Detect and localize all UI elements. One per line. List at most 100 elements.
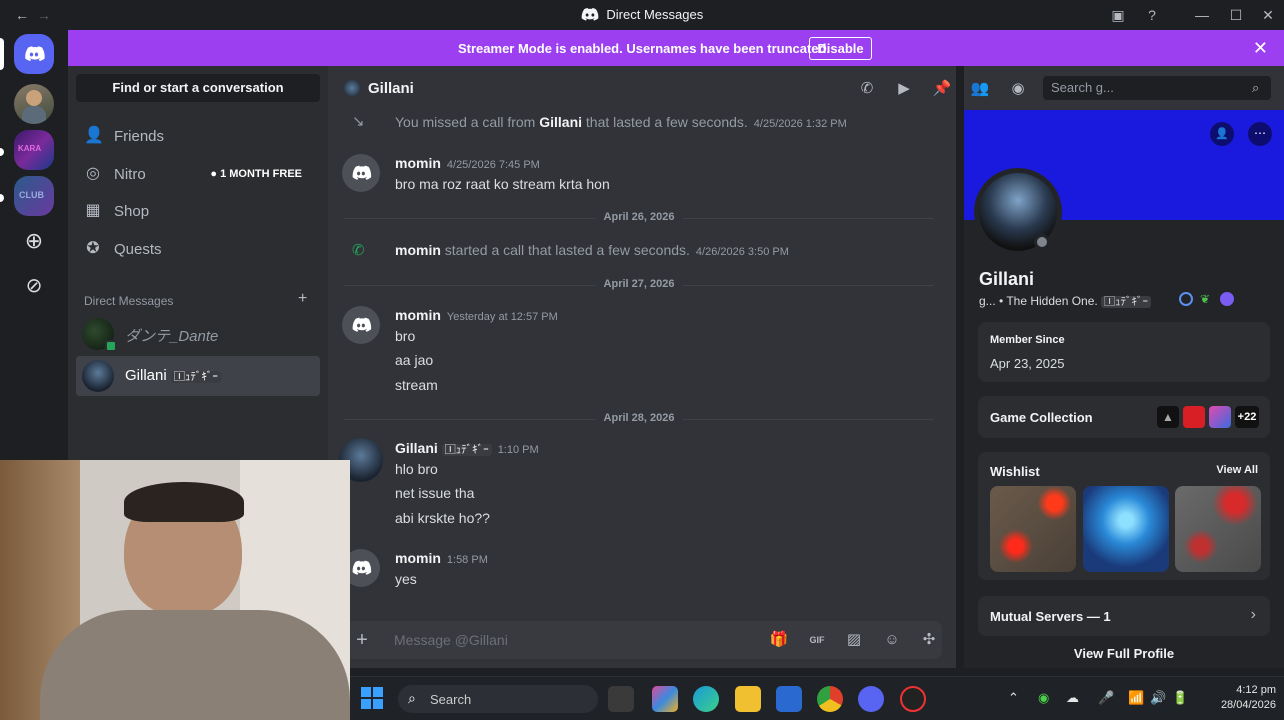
search-input[interactable]: Search g... [1043,76,1271,100]
timestamp: 1:58 PM [446,554,488,566]
server-avatar-1[interactable] [14,84,54,124]
close-window-icon[interactable]: ✕ [1258,5,1278,25]
nav-shop-label: Shop [114,203,150,220]
server-icon-2[interactable]: KARA [14,130,54,170]
clock-date: 28/04/2026 [1220,699,1276,711]
copilot-icon[interactable] [652,686,678,712]
home-button[interactable] [14,34,54,74]
profile-toggle-icon[interactable]: ◉ [1008,79,1028,99]
nav-friends[interactable]: 👤 Friends [76,118,320,154]
taskbar-search[interactable]: ⌕ Search [398,685,598,713]
start-button[interactable] [360,686,386,712]
file-explorer-icon[interactable] [735,686,761,712]
tray-app-icon[interactable]: ◉ [1038,690,1049,706]
author-name: momin [395,307,441,323]
view-full-profile-link[interactable]: View Full Profile [964,646,1284,661]
timestamp: Yesterday at 12:57 PM [446,311,558,323]
missed-call-name: Gillani [539,114,583,130]
add-server-icon[interactable]: ⊕ [14,222,54,262]
chat-header: Gillani ✆ ▶ 📌 [328,66,956,110]
add-friend-icon[interactable]: 👤 [1210,122,1234,146]
wifi-icon[interactable]: 📶 [1128,690,1144,706]
wishlist-item-2[interactable] [1083,486,1169,572]
selected-indicator [0,38,4,70]
window-title-text: Direct Messages [606,7,704,22]
apps-icon[interactable]: ✣ [919,630,939,650]
nav-shop[interactable]: ▦ Shop [76,193,320,229]
emoji-icon[interactable]: ☺ [882,630,902,650]
message-author[interactable]: Gillani 🄸ｭﾃﾞｷﾞｰ 1:10 PM [395,440,539,457]
sticker-icon[interactable]: ▨ [844,630,864,650]
chat-area: Gillani ✆ ▶ 📌 ↘ You missed a call from G… [328,66,956,668]
missed-call-icon: ↘ [352,113,365,130]
streamer-mode-banner: Streamer Mode is enabled. Usernames have… [68,30,1284,66]
create-dm-icon[interactable]: + [298,290,307,308]
message-author[interactable]: momin 1:58 PM [395,550,488,566]
mutual-servers-label: Mutual Servers — 1 [990,609,1111,624]
game-icon-1[interactable]: ▲ [1157,406,1179,428]
windows-icon [361,687,383,709]
message-line: hlo bro [395,461,438,477]
task-view-icon[interactable] [608,686,634,712]
chrome-icon[interactable] [817,686,843,712]
tray-cloud-icon[interactable]: ☁ [1066,690,1079,706]
minimize-icon[interactable]: — [1192,5,1212,25]
mutual-servers-row[interactable]: Mutual Servers — 1 › [978,596,1270,636]
gift-icon[interactable]: 🎁 [769,630,789,650]
author-avatar[interactable] [342,154,380,192]
message-input[interactable]: Message @Gillani [394,632,508,648]
game-icon-3[interactable] [1209,406,1231,428]
message-author[interactable]: momin Yesterday at 12:57 PM [395,307,558,323]
window-title: Direct Messages [0,7,1284,22]
find-conversation-button[interactable]: Find or start a conversation [76,74,320,102]
microphone-icon[interactable]: 🎤 [1098,690,1114,706]
author-name: momin [395,155,441,171]
server-icon-3[interactable]: CLUB [14,176,54,216]
wishlist-card: Wishlist View All [978,452,1270,580]
member-since-label: Member Since [990,334,1065,346]
view-all-link[interactable]: View All [1216,464,1258,476]
discord-home-icon [25,46,45,62]
dm-item-gillani[interactable]: Gillani 🄸ｭﾃﾞｷﾞｰ [76,356,320,396]
taskbar-clock[interactable]: 4:12 pm 28/04/2026 [1202,683,1276,713]
help-icon[interactable]: ? [1142,5,1162,25]
tray-chevron-icon[interactable]: ⌃ [1008,690,1019,706]
author-avatar[interactable] [342,306,380,344]
dm-item-dante[interactable]: ダンテ_Dante [76,314,320,354]
close-banner-icon[interactable]: ✕ [1253,38,1268,59]
member-since-card: Member Since Apr 23, 2025 [978,322,1270,382]
gif-icon[interactable]: GIF [807,630,827,650]
pin-icon[interactable]: 📌 [932,79,952,99]
discover-icon[interactable]: ⊘ [14,266,54,306]
add-attachment-icon[interactable]: + [352,630,372,650]
discord-taskbar-icon[interactable] [858,686,884,712]
edge-icon[interactable] [693,686,719,712]
game-more-count[interactable]: +22 [1235,406,1259,428]
nav-quests[interactable]: ✪ Quests [76,231,320,267]
nav-nitro[interactable]: ◎ Nitro ● 1 MONTH FREE [76,156,320,192]
boost-badge-icon[interactable] [1220,292,1234,306]
game-icon-2[interactable] [1183,406,1205,428]
message-author[interactable]: momin 4/25/2026 7:45 PM [395,155,540,171]
dm-name-text: Gillani [125,367,167,384]
disable-button[interactable]: Disable [809,37,872,60]
maximize-icon[interactable]: ☐ [1226,5,1246,25]
obs-icon[interactable] [900,686,926,712]
inbox-icon[interactable]: ▣ [1108,5,1128,25]
store-icon[interactable] [776,686,802,712]
volume-icon[interactable]: 🔊 [1150,690,1166,706]
game-collection-card[interactable]: Game Collection ▲ +22 [978,396,1270,438]
clan-tag: 🄸ｭﾃﾞｷﾞｰ [1101,296,1152,308]
game-collection-label: Game Collection [990,410,1093,425]
nitro-badge-icon[interactable] [1179,292,1193,306]
battery-icon[interactable]: 🔋 [1172,690,1188,706]
voice-call-icon[interactable]: ✆ [857,79,877,99]
leaf-badge-icon[interactable]: ❦ [1200,292,1210,306]
wishlist-item-3[interactable] [1175,486,1261,572]
video-call-icon[interactable]: ▶ [894,79,914,99]
add-friends-icon[interactable]: 👥 [970,79,990,99]
more-options-icon[interactable]: ⋯ [1248,122,1272,146]
message-line: net issue tha [395,485,475,501]
wishlist-item-1[interactable] [990,486,1076,572]
profile-name: Gillani [979,269,1035,289]
